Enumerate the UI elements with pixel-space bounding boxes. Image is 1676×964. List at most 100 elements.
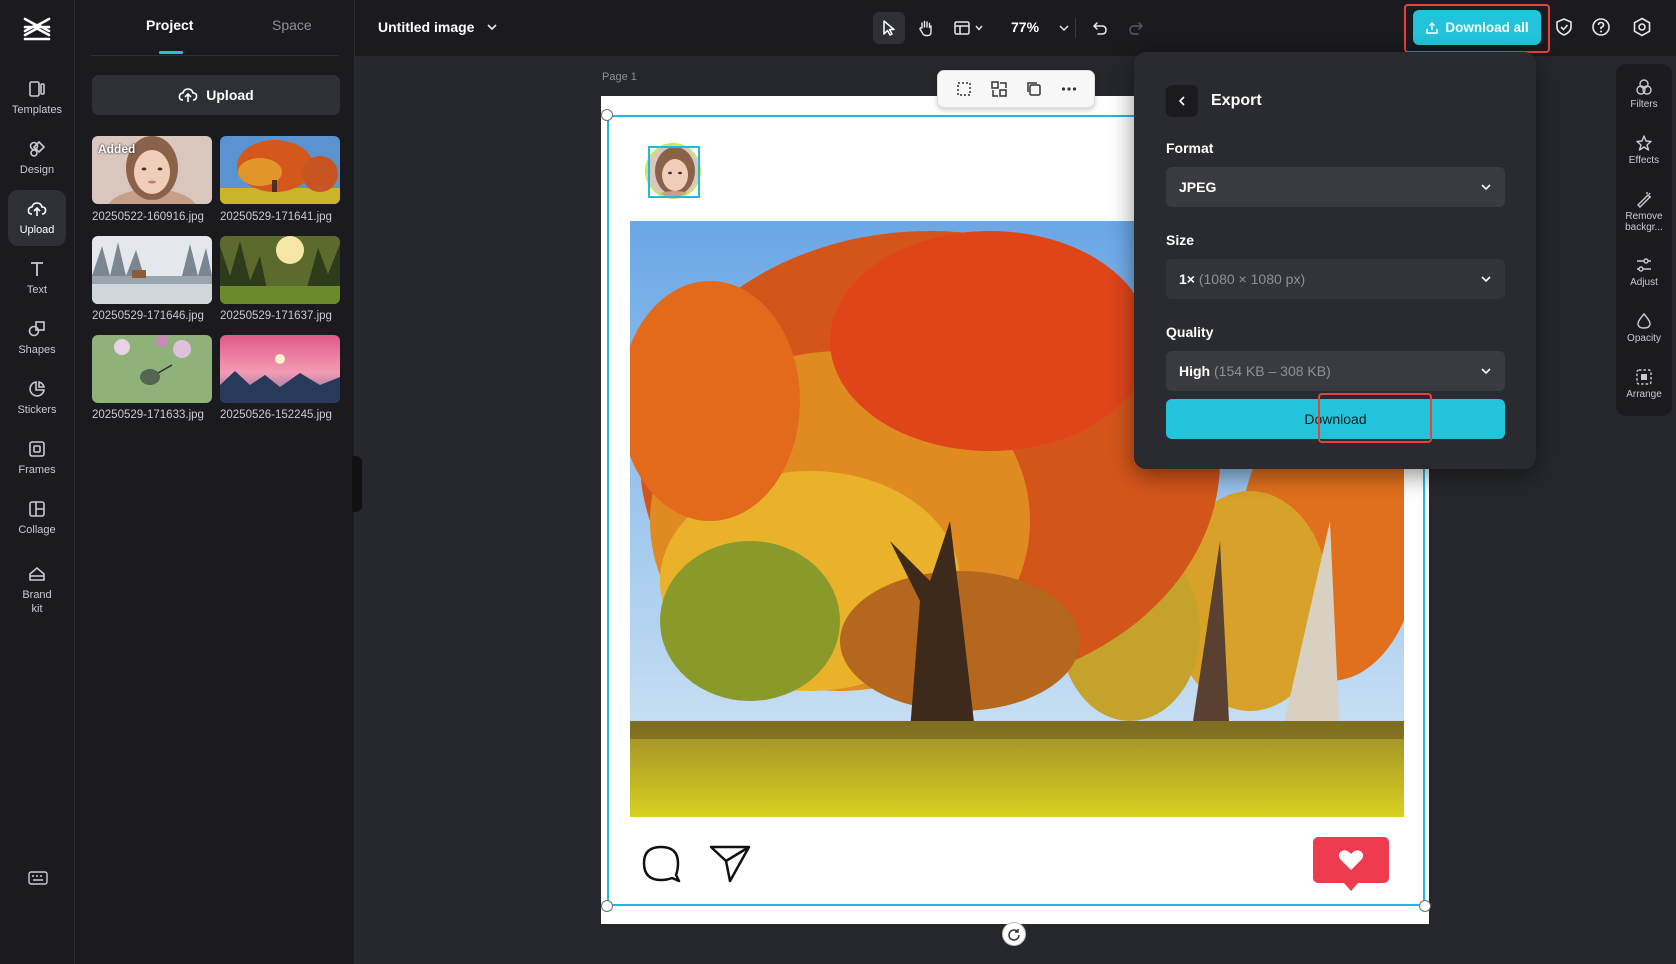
panel-collapse-handle[interactable]: [352, 456, 362, 512]
keyboard-icon[interactable]: [28, 870, 48, 886]
download-all-label: Download all: [1445, 20, 1528, 35]
media-thumbnail[interactable]: [220, 136, 340, 204]
tool-adjust[interactable]: Adjust: [1616, 256, 1672, 288]
design-icon: [27, 139, 47, 159]
chevron-down-icon[interactable]: [485, 20, 499, 34]
rail-item-frames[interactable]: Frames: [8, 430, 66, 486]
sticker-icon: [27, 379, 47, 399]
rail-item-design[interactable]: Design: [8, 130, 66, 186]
rail-label: Text: [27, 283, 47, 297]
document-title[interactable]: Untitled image: [378, 19, 474, 35]
rotate-handle[interactable]: [1002, 922, 1026, 946]
rail-item-upload[interactable]: Upload: [8, 190, 66, 246]
select-tool-button[interactable]: [873, 12, 905, 44]
hummingbird-flowers-image: [92, 335, 212, 403]
quality-detail: (154 KB – 308 KB): [1214, 363, 1331, 379]
rail-item-collage[interactable]: Collage: [8, 490, 66, 546]
more-options-icon[interactable]: [1059, 79, 1079, 99]
quality-label: Quality: [1166, 324, 1213, 340]
download-all-button[interactable]: Download all: [1413, 10, 1541, 45]
group-icon[interactable]: [989, 79, 1009, 99]
zoom-dropdown-button[interactable]: [1053, 12, 1075, 44]
size-value: 1×: [1179, 271, 1195, 287]
collage-icon: [27, 499, 47, 519]
brand-kit-icon: [27, 564, 47, 584]
help-icon[interactable]: [1591, 17, 1611, 37]
layout-size-button[interactable]: [947, 12, 989, 44]
media-thumbnail[interactable]: [220, 335, 340, 403]
redo-button[interactable]: [1120, 12, 1152, 44]
tool-opacity[interactable]: Opacity: [1616, 312, 1672, 344]
quality-value: High: [1179, 363, 1210, 379]
duplicate-icon[interactable]: [1024, 79, 1044, 99]
layout-icon: [953, 19, 971, 37]
resize-handle[interactable]: [1419, 900, 1431, 912]
file-name: 20250529-171633.jpg: [92, 409, 220, 421]
toolbar-divider: [1075, 18, 1076, 38]
rail-label: Design: [20, 163, 54, 177]
media-thumbnail[interactable]: [92, 335, 212, 403]
rail-item-text[interactable]: Text: [8, 250, 66, 306]
tool-effects[interactable]: Effects: [1616, 134, 1672, 166]
quality-select[interactable]: High (154 KB – 308 KB): [1166, 351, 1505, 391]
rotate-icon: [1007, 927, 1021, 941]
redo-icon: [1127, 19, 1145, 37]
undo-icon: [1091, 19, 1109, 37]
autumn-tree-image: [220, 136, 340, 204]
tool-label: Filters: [1630, 99, 1657, 110]
file-name: 20250522-160916.jpg: [92, 211, 220, 223]
upload-button[interactable]: Upload: [92, 75, 340, 115]
file-name: 20250526-152245.jpg: [220, 409, 348, 421]
chevron-down-icon: [1479, 180, 1493, 194]
rail-item-shapes[interactable]: Shapes: [8, 310, 66, 366]
export-title: Export: [1211, 92, 1262, 110]
format-value: JPEG: [1179, 179, 1216, 195]
tab-project[interactable]: Project: [146, 17, 193, 33]
tool-arrange[interactable]: Arrange: [1616, 368, 1672, 400]
resize-handle[interactable]: [601, 109, 613, 121]
zoom-level[interactable]: 77%: [1011, 19, 1039, 35]
floating-toolbar: [937, 70, 1095, 108]
hand-tool-button[interactable]: [910, 12, 942, 44]
tool-remove-background[interactable]: Remove backgr...: [1616, 190, 1672, 233]
media-thumbnail[interactable]: [220, 236, 340, 304]
resize-handle[interactable]: [601, 900, 613, 912]
rail-label: Frames: [18, 463, 55, 477]
rail-item-stickers[interactable]: Stickers: [8, 370, 66, 426]
shapes-icon: [27, 319, 47, 339]
rail-label: Brand kit: [17, 588, 57, 616]
back-button[interactable]: [1166, 85, 1198, 117]
snowy-lake-image: [92, 236, 212, 304]
left-rail: Templates Design Upload Text Shapes Stic…: [0, 0, 75, 964]
media-thumbnail[interactable]: [92, 236, 212, 304]
crop-select-icon[interactable]: [954, 79, 974, 99]
file-name: 20250529-171641.jpg: [220, 211, 348, 223]
page-label: Page 1: [602, 71, 637, 83]
panel-tabs: Project Space: [91, 0, 339, 56]
settings-gear-icon[interactable]: [1632, 17, 1652, 37]
filters-icon: [1635, 78, 1653, 96]
rail-label: Upload: [20, 223, 55, 237]
forest-sun-image: [220, 236, 340, 304]
shield-check-icon[interactable]: [1554, 17, 1574, 37]
export-icon: [1425, 21, 1439, 35]
app-window: Templates Design Upload Text Shapes Stic…: [0, 0, 1676, 964]
size-select[interactable]: 1× (1080 × 1080 px): [1166, 259, 1505, 299]
format-select[interactable]: JPEG: [1166, 167, 1505, 207]
rail-label: Shapes: [18, 343, 55, 357]
text-icon: [27, 259, 47, 279]
right-tools-panel: Filters Effects Remove backgr... Adjust …: [1616, 64, 1672, 416]
media-thumbnail[interactable]: Added: [92, 136, 212, 204]
format-label: Format: [1166, 140, 1213, 156]
rail-item-brand-kit[interactable]: Brand kit: [8, 552, 66, 628]
rail-item-templates[interactable]: Templates: [8, 70, 66, 126]
chevron-down-icon: [1479, 364, 1493, 378]
tab-space[interactable]: Space: [272, 17, 312, 33]
capcut-logo-icon[interactable]: [22, 16, 52, 42]
tool-filters[interactable]: Filters: [1616, 78, 1672, 110]
file-name: 20250529-171646.jpg: [92, 310, 220, 322]
undo-button[interactable]: [1084, 12, 1116, 44]
download-button[interactable]: Download: [1166, 399, 1505, 439]
pointer-icon: [880, 19, 898, 37]
highlight-box: [1318, 393, 1432, 443]
